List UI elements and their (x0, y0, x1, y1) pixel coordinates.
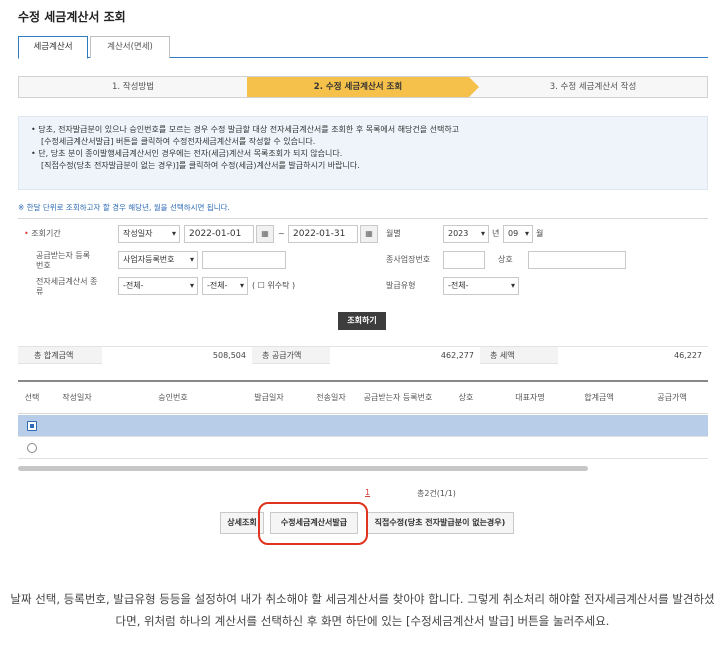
step-1: 1. 작성방법 (111, 82, 155, 92)
col-approval-no: 승인번호 (158, 393, 188, 402)
info-line: • 단, 당초 분이 종이발행세금계산서인 경우에는 전자(세금)계산서 목록조… (31, 149, 343, 158)
table-row[interactable] (18, 437, 708, 459)
page-summary: 총2건(1/1) (417, 489, 456, 498)
receiver-label: 공급받는자 등록번호 (36, 251, 91, 270)
row-radio[interactable] (27, 421, 37, 431)
table-row[interactable] (18, 415, 708, 437)
date-to-input[interactable]: 2022-01-31 (288, 225, 358, 243)
date-type-select[interactable]: 작성일자 (118, 225, 180, 243)
caption-text: 날짜 선택, 등록번호, 발급유형 등등을 설정하여 내가 취소해야 할 세금계… (10, 592, 715, 628)
kind-label: 전자세금계산서 종류 (36, 277, 98, 296)
name-label: 상호 (498, 255, 513, 264)
info-box: • 당초, 전자발급분이 있으나 승인번호를 모르는 경우 수정 발급할 대상 … (18, 116, 708, 190)
tab-invoice-exempt[interactable]: 계산서(면세) (90, 36, 170, 58)
kind-select-2[interactable]: -전체- (202, 277, 248, 295)
month-select[interactable]: 09 (503, 225, 533, 243)
tax-value: 46,227 (558, 347, 708, 365)
info-line: [수정세금계산서발급] 버튼을 클릭하여 수정전자세금계산서를 작성할 수 있습… (41, 137, 316, 146)
issue-type-select[interactable]: -전체- (443, 277, 519, 295)
search-form: • 조회기간 작성일자 2022-01-01 ▦ ~ 2022-01-31 ▦ … (18, 218, 708, 296)
reg-number-input[interactable] (202, 251, 286, 269)
year-select[interactable]: 2023 (443, 225, 489, 243)
year-unit: 년 (492, 229, 500, 238)
date-from-input[interactable]: 2022-01-01 (184, 225, 254, 243)
info-line: • 당초, 전자발급분이 있으나 승인번호를 모르는 경우 수정 발급할 대상 … (31, 125, 460, 134)
col-select: 선택 (24, 393, 40, 402)
direct-edit-button[interactable]: 직접수정(당초 전자발급분이 없는경우) (366, 512, 514, 534)
col-total: 합계금액 (584, 393, 614, 402)
col-company: 상호 (458, 393, 474, 402)
date-separator: ~ (278, 229, 285, 238)
calendar-icon[interactable]: ▦ (256, 225, 274, 243)
step-3: 3. 수정 세금계산서 작성 (549, 82, 637, 92)
issue-type-label: 발급유형 (386, 281, 416, 290)
total-label: 총 합계금액 (34, 351, 74, 360)
row-radio[interactable] (27, 443, 37, 453)
monthly-note: ※ 한달 단위로 조회하고자 할 경우 해당년, 월을 선택하시면 됩니다. (18, 203, 230, 212)
info-line: [직접수정(당초 전자발급분이 없는 경우)]를 클릭하여 수정(세금)계산서를… (41, 161, 360, 170)
branch-input[interactable] (443, 251, 485, 269)
consign-checkbox[interactable]: ( ☐ 위수탁 ) (252, 277, 295, 295)
page-title: 수정 세금계산서 조회 (18, 10, 126, 24)
col-receiver-reg: 공급받는자 등록번호 (363, 393, 433, 402)
page-link[interactable]: 1 (365, 488, 370, 497)
horizontal-scrollbar[interactable] (18, 466, 588, 471)
month-unit: 월 (536, 229, 544, 238)
invoice-grid: 선택 작성일자 승인번호 발급일자 전송일자 공급받는자 등록번호 상호 대표자… (18, 380, 708, 471)
col-send-date: 전송일자 (316, 393, 346, 402)
step-arrow-icon (469, 77, 479, 97)
step-indicator: 1. 작성방법 2. 수정 세금계산서 조회 3. 수정 세금계산서 작성 (18, 76, 708, 98)
tax-label: 총 세액 (490, 351, 515, 360)
tab-tax-invoice[interactable]: 세금계산서 (18, 36, 88, 59)
tab-bar: 세금계산서 계산서(면세) (18, 36, 708, 59)
branch-label: 종사업장번호 (386, 255, 431, 264)
kind-select-1[interactable]: -전체- (118, 277, 198, 295)
step-2: 2. 수정 세금계산서 조회 (247, 77, 469, 97)
total-value: 508,504 (102, 347, 252, 365)
search-button[interactable]: 조회하기 (338, 312, 386, 330)
col-issue-date: 발급일자 (254, 393, 284, 402)
supply-label: 총 공급가액 (262, 351, 302, 360)
col-supply: 공급가액 (657, 393, 687, 402)
col-write-date: 작성일자 (62, 393, 92, 402)
highlight-circle (258, 502, 368, 545)
totals-bar: 총 합계금액 508,504 총 공급가액 462,277 총 세액 46,22… (18, 346, 708, 365)
period-label: • 조회기간 (24, 229, 61, 238)
calendar-icon[interactable]: ▦ (360, 225, 378, 243)
name-input[interactable] (528, 251, 626, 269)
reg-type-select[interactable]: 사업자등록번호 (118, 251, 198, 269)
monthly-label: 월별 (386, 229, 401, 238)
col-ceo: 대표자명 (515, 393, 545, 402)
grid-header: 선택 작성일자 승인번호 발급일자 전송일자 공급받는자 등록번호 상호 대표자… (18, 382, 708, 414)
supply-value: 462,277 (330, 347, 480, 365)
